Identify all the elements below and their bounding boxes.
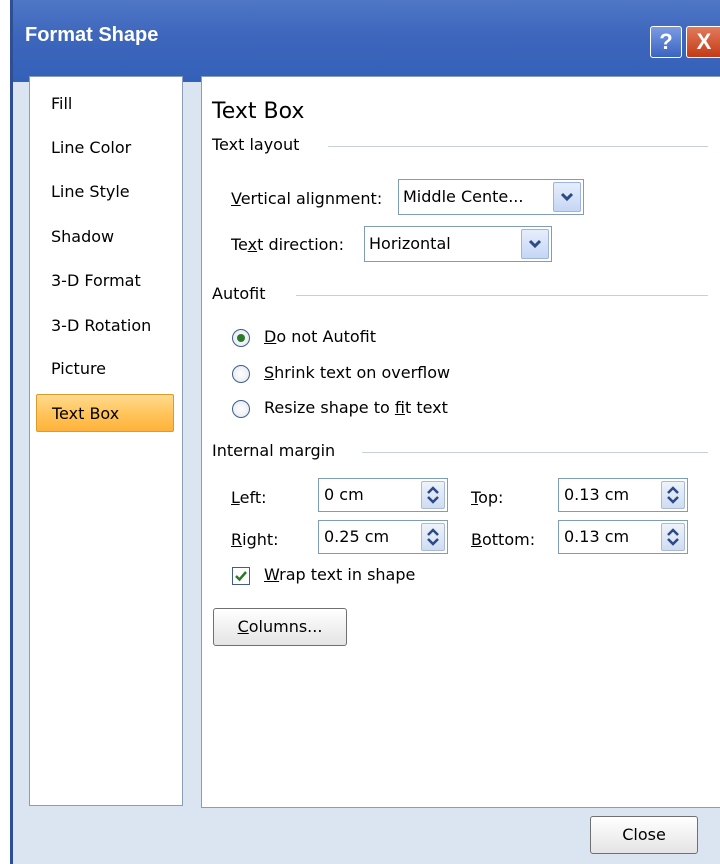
- section-divider: [296, 295, 708, 296]
- help-button[interactable]: ?: [650, 26, 682, 58]
- accel-key: R: [231, 530, 243, 549]
- accel-key: W: [264, 565, 280, 584]
- accel-key: x: [247, 235, 258, 254]
- label-pre: Te: [231, 235, 248, 254]
- left-margin-value: 0 cm: [324, 485, 364, 504]
- text-box-panel: Text Box Text layout Vertical alignment:…: [201, 76, 720, 808]
- checkmark-icon: [235, 571, 247, 582]
- nav-item-fill[interactable]: Fill: [36, 85, 174, 123]
- text-direction-value: Horizontal: [369, 234, 451, 253]
- radio-label-do-not-autofit[interactable]: Do not Autofit: [264, 327, 376, 346]
- section-divider: [328, 146, 708, 147]
- nav-item-line-style[interactable]: Line Style: [36, 173, 174, 211]
- label-rest: eft:: [239, 488, 267, 507]
- left-margin-spinner[interactable]: 0 cm: [318, 478, 448, 512]
- close-icon: X: [696, 29, 712, 54]
- top-margin-label: Top:: [471, 488, 503, 507]
- spinner-button[interactable]: [421, 523, 445, 551]
- section-label-internal-margin: Internal margin: [212, 441, 336, 460]
- radio-shrink-text[interactable]: [232, 365, 250, 383]
- top-margin-spinner[interactable]: 0.13 cm: [558, 478, 688, 512]
- vertical-alignment-value: Middle Cente...: [403, 187, 524, 206]
- chevron-down-icon: [560, 192, 574, 202]
- accel-key: D: [264, 327, 277, 346]
- label-rest: ight:: [242, 530, 279, 549]
- help-icon: ?: [659, 29, 673, 54]
- nav-item-label: 3-D Format: [51, 271, 141, 290]
- radio-do-not-autofit[interactable]: [232, 329, 250, 347]
- accel-key: S: [264, 363, 275, 382]
- label-rest: t direction:: [257, 235, 344, 254]
- nav-item-3d-format[interactable]: 3-D Format: [36, 262, 174, 300]
- bottom-margin-label: Bottom:: [471, 530, 535, 549]
- label-rest: hrink text on overflow: [274, 363, 451, 382]
- close-button[interactable]: Close: [590, 816, 698, 854]
- label-rest: op:: [478, 488, 504, 507]
- nav-item-picture[interactable]: Picture: [36, 350, 174, 388]
- chevron-down-icon: [528, 239, 542, 249]
- nav-item-label: Picture: [51, 359, 107, 378]
- accel-key: T: [471, 488, 479, 507]
- accel-key: V: [231, 189, 241, 208]
- vertical-alignment-label: Vertical alignment:: [231, 189, 382, 208]
- label-rest: it text: [404, 398, 448, 417]
- right-margin-spinner[interactable]: 0.25 cm: [318, 520, 448, 554]
- nav-item-label: Shadow: [51, 227, 115, 246]
- label-rest: o not Autofit: [276, 327, 376, 346]
- spinner-arrows-icon: [427, 486, 439, 504]
- wrap-text-label[interactable]: Wrap text in shape: [264, 565, 415, 584]
- radio-label-resize-shape[interactable]: Resize shape to fit text: [264, 398, 448, 417]
- nav-item-label: Fill: [51, 94, 73, 113]
- category-nav: Fill Line Color Line Style Shadow 3-D Fo…: [29, 76, 183, 806]
- nav-item-label: Line Color: [51, 138, 132, 157]
- label-rest: rap text in shape: [279, 565, 416, 584]
- title-bar[interactable]: Format Shape ? X: [13, 0, 720, 82]
- right-margin-value: 0.25 cm: [324, 527, 390, 546]
- spinner-button[interactable]: [661, 481, 685, 509]
- right-margin-label: Right:: [231, 530, 279, 549]
- nav-item-label: 3-D Rotation: [51, 316, 152, 335]
- top-margin-value: 0.13 cm: [564, 485, 630, 504]
- nav-item-line-color[interactable]: Line Color: [36, 129, 174, 167]
- bottom-margin-value: 0.13 cm: [564, 527, 630, 546]
- section-label-text-layout: Text layout: [212, 135, 300, 154]
- nav-item-3d-rotation[interactable]: 3-D Rotation: [36, 307, 174, 345]
- spinner-button[interactable]: [421, 481, 445, 509]
- window-close-button[interactable]: X: [686, 26, 720, 58]
- spinner-arrows-icon: [667, 486, 679, 504]
- close-button-label: Close: [622, 825, 666, 844]
- nav-item-label: Text Box: [52, 404, 120, 423]
- label-rest: ottom:: [481, 530, 536, 549]
- button-label-rest: olumns...: [248, 617, 323, 636]
- dropdown-button[interactable]: [521, 229, 549, 259]
- vertical-alignment-select[interactable]: Middle Cente...: [398, 179, 584, 215]
- nav-item-label: Line Style: [51, 182, 130, 201]
- nav-item-shadow[interactable]: Shadow: [36, 218, 174, 256]
- wrap-text-checkbox[interactable]: [232, 567, 250, 585]
- label-rest: ertical alignment:: [240, 189, 383, 208]
- spinner-arrows-icon: [667, 528, 679, 546]
- dropdown-button[interactable]: [553, 182, 581, 212]
- section-label-autofit: Autofit: [212, 284, 266, 303]
- text-direction-select[interactable]: Horizontal: [364, 226, 552, 262]
- bottom-margin-spinner[interactable]: 0.13 cm: [558, 520, 688, 554]
- window-title: Format Shape: [25, 24, 159, 46]
- spinner-arrows-icon: [427, 528, 439, 546]
- spinner-button[interactable]: [661, 523, 685, 551]
- accel-key: L: [231, 488, 240, 507]
- radio-label-shrink-text[interactable]: Shrink text on overflow: [264, 363, 450, 382]
- section-divider: [362, 452, 708, 453]
- panel-heading: Text Box: [212, 99, 305, 124]
- accel-key: B: [471, 530, 482, 549]
- text-direction-label: Text direction:: [231, 235, 344, 254]
- format-shape-dialog: Format Shape ? X Fill Line Color Line St…: [10, 0, 720, 864]
- label-pre: Resize shape to: [264, 398, 395, 417]
- columns-button[interactable]: Columns...: [213, 608, 347, 646]
- radio-resize-shape[interactable]: [232, 400, 250, 418]
- nav-item-text-box[interactable]: Text Box: [36, 394, 174, 432]
- accel-key: C: [237, 617, 249, 636]
- accel-key: f: [394, 398, 405, 417]
- left-margin-label: Left:: [231, 488, 267, 507]
